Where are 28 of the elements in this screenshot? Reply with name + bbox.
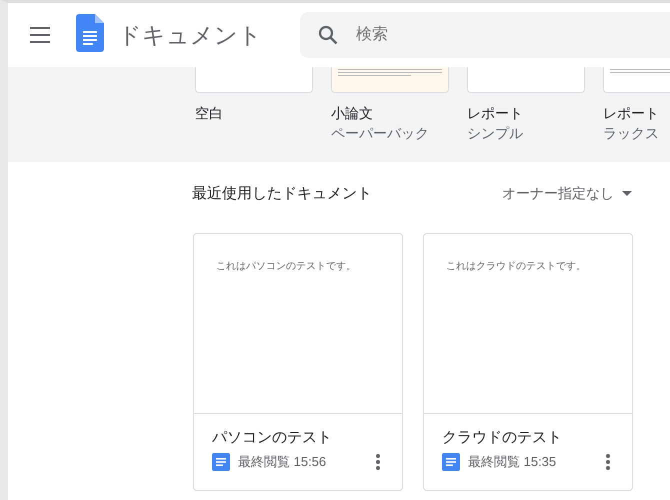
template-subtitle: シンプル: [467, 125, 524, 143]
template-name: レポート: [467, 105, 524, 123]
document-icon: [212, 453, 230, 471]
document-name: パソコンのテスト: [212, 428, 333, 447]
section-title: 最近使用したドキュメント: [192, 184, 373, 203]
document-name: クラウドのテスト: [442, 428, 563, 447]
template-name: 空白: [195, 105, 224, 123]
last-opened: 最終閲覧 15:56: [238, 453, 328, 471]
template-name: レポート: [603, 105, 660, 123]
docs-logo-icon: [76, 14, 104, 52]
caret-icon: [622, 191, 632, 196]
template-subtitle: ラックス: [603, 125, 660, 143]
template-subtitle: ペーパーバック: [331, 125, 430, 143]
last-opened: 最終閲覧 15:35: [468, 453, 558, 471]
owner-filter-dropdown[interactable]: オーナー指定なし: [502, 184, 632, 202]
menu-icon[interactable]: [30, 27, 50, 43]
search-icon: [318, 25, 338, 45]
document-icon: [442, 453, 460, 471]
search-field[interactable]: 検索: [300, 12, 670, 58]
preview-text: これはクラウドのテストです。: [446, 261, 586, 272]
template-thumbnail[interactable]: [467, 67, 585, 93]
app-title: ドキュメント: [118, 20, 262, 50]
template-thumbnail[interactable]: [195, 67, 313, 93]
template-name: 小論文: [331, 105, 374, 123]
template-thumbnail[interactable]: [331, 67, 449, 93]
document-card[interactable]: これはパソコンのテストです。 パソコンのテスト 最終閲覧 15:56: [193, 233, 403, 491]
preview-text: これはパソコンのテストです。: [216, 261, 356, 272]
document-card[interactable]: これはクラウドのテストです。 クラウドのテスト 最終閲覧 15:35: [423, 233, 633, 491]
